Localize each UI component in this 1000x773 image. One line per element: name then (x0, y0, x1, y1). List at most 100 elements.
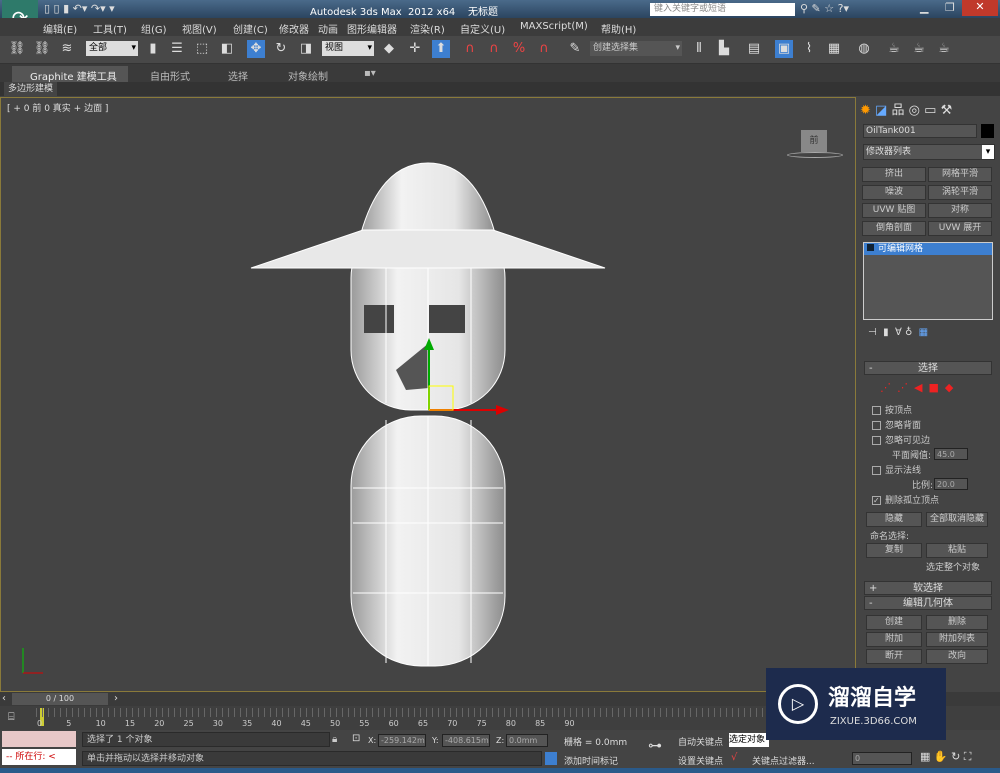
prev-frame-icon[interactable]: ‹ (2, 693, 6, 704)
subobject-icons[interactable]: ⋰⋰◀■◆ (880, 381, 959, 394)
layer-manager-icon[interactable]: ▤ (745, 40, 763, 58)
delete-button[interactable]: 删除 (926, 615, 988, 630)
snaps-toggle-icon[interactable]: ∩ (461, 40, 479, 58)
object-color-swatch[interactable] (981, 124, 994, 138)
copy-button[interactable]: 复制 (866, 543, 922, 558)
menu-create[interactable]: 创建(C) (233, 21, 268, 36)
rollout-edit-geometry[interactable]: - 编辑几何体 (864, 596, 992, 610)
y-coordinate-input[interactable]: -408.615m (442, 734, 490, 747)
key-icon[interactable]: ⊶ (648, 738, 662, 754)
add-time-tag[interactable]: 添加时间标记 (564, 754, 618, 767)
select-move-icon[interactable]: ✥ (247, 40, 265, 58)
modifier-unwrap-uvw-button[interactable]: UVW 展开 (928, 221, 992, 236)
next-frame-icon[interactable]: › (114, 693, 118, 704)
select-rotate-icon[interactable]: ↻ (272, 40, 290, 58)
menu-edit[interactable]: 编辑(E) (43, 21, 77, 36)
menu-views[interactable]: 视图(V) (182, 21, 217, 36)
link-icon[interactable]: ⛓ (8, 40, 26, 58)
graphite-toggle-icon[interactable]: ▣ (775, 40, 793, 58)
align-icon[interactable]: ▙ (715, 40, 733, 58)
absolute-mode-icon[interactable]: ⊡ (352, 733, 360, 744)
scale-input[interactable]: 20.0 (934, 478, 968, 490)
turn-button[interactable]: 改向 (926, 649, 988, 664)
menu-graph-editors[interactable]: 图形编辑器 (347, 21, 397, 36)
menu-help[interactable]: 帮助(H) (601, 21, 636, 36)
attach-button[interactable]: 附加 (866, 632, 922, 647)
ignore-visible-edges-checkbox[interactable]: 忽略可见边 (872, 433, 930, 446)
menu-customize[interactable]: 自定义(U) (460, 21, 505, 36)
set-key-button[interactable]: 设置关键点 (678, 754, 723, 767)
modifier-turbosmooth-button[interactable]: 涡轮平滑 (928, 185, 992, 200)
tab-object-paint[interactable]: 对象绘制 (288, 68, 328, 83)
select-manipulate-icon[interactable]: ✛ (406, 40, 424, 58)
tab-graphite[interactable]: Graphite 建模工具 (30, 68, 117, 83)
rendered-frame-icon[interactable]: ☕ (910, 40, 928, 58)
modifier-list-dropdown[interactable]: 修改器列表 ▾ (863, 144, 995, 160)
reference-coordinate-dropdown[interactable]: 视图 (322, 41, 374, 56)
time-slider-thumb[interactable]: 0 / 100 (12, 693, 108, 705)
pivot-center-icon[interactable]: ◆ (380, 40, 398, 58)
z-coordinate-input[interactable]: 0.0mm (506, 734, 548, 747)
menu-group[interactable]: 组(G) (141, 21, 167, 36)
modifier-noise-button[interactable]: 噪波 (862, 185, 926, 200)
unlink-icon[interactable]: ⛓ (33, 40, 51, 58)
maximize-button[interactable]: ❐ (945, 1, 955, 14)
keyboard-shortcut-override-icon[interactable]: ⬆ (432, 40, 450, 58)
window-crossing-icon[interactable]: ◧ (218, 40, 236, 58)
rollout-selection[interactable]: - 选择 (864, 361, 992, 375)
menu-maxscript[interactable]: MAXScript(M) (520, 21, 588, 32)
infocenter-icons[interactable]: ⚲ ✎ ☆ ?▾ (800, 2, 849, 15)
named-selection-dropdown[interactable]: 创建选择集 (590, 41, 682, 56)
key-mode-dropdown[interactable]: 选定对象 (729, 733, 769, 747)
spinner-snap-icon[interactable]: ∩ (535, 40, 553, 58)
schematic-view-icon[interactable]: ▦ (825, 40, 843, 58)
render-setup-icon[interactable]: ☕ (885, 40, 903, 58)
modifier-extrude-button[interactable]: 挤出 (862, 167, 926, 182)
select-object-icon[interactable]: ▮ (144, 40, 162, 58)
break-button[interactable]: 断开 (866, 649, 922, 664)
minimize-button[interactable]: ▁ (920, 1, 928, 14)
tab-freeform[interactable]: 自由形式 (150, 68, 190, 83)
menu-rendering[interactable]: 渲染(R) (410, 21, 445, 36)
selection-filter-dropdown[interactable]: 全部 (86, 41, 138, 56)
close-button[interactable]: ✕ (962, 0, 998, 16)
x-coordinate-input[interactable]: -259.142m (378, 734, 426, 747)
delete-isolated-checkbox[interactable]: ✓ 删除孤立顶点 (872, 493, 939, 506)
menu-modifiers[interactable]: 修改器 (279, 21, 309, 36)
menu-tools[interactable]: 工具(T) (93, 21, 127, 36)
mirror-icon[interactable]: ⫴ (690, 40, 708, 58)
modifier-symmetry-button[interactable]: 对称 (928, 203, 992, 218)
angle-snap-icon[interactable]: ∩ (485, 40, 503, 58)
rollout-soft-selection[interactable]: + 软选择 (864, 581, 992, 595)
curve-editor-icon[interactable]: ⌇ (800, 40, 818, 58)
modifier-bevel-profile-button[interactable]: 倒角剖面 (862, 221, 926, 236)
mini-curve-editor-icon[interactable]: ⌸ (8, 710, 15, 724)
auto-key-button[interactable]: 自动关键点 (678, 735, 723, 748)
viewport-front[interactable]: [ + 0 前 0 真实 + 边面 ] 前 (0, 97, 856, 692)
current-frame-input[interactable]: 0 (852, 752, 912, 765)
create-button[interactable]: 创建 (866, 615, 922, 630)
by-vertex-checkbox[interactable]: 按顶点 (872, 403, 912, 416)
maxscript-listener[interactable] (2, 731, 76, 747)
paste-button[interactable]: 粘贴 (926, 543, 988, 558)
ignore-backfacing-checkbox[interactable]: 忽略背面 (872, 418, 921, 431)
polygon-modeling-panel[interactable]: 多边形建模 (4, 82, 58, 96)
stack-item-editable-mesh[interactable]: 可编辑网格 (864, 243, 992, 255)
modifier-uvw-map-button[interactable]: UVW 贴图 (862, 203, 926, 218)
menu-animation[interactable]: 动画 (318, 21, 338, 36)
select-scale-icon[interactable]: ◨ (297, 40, 315, 58)
edit-named-selection-icon[interactable]: ✎ (566, 40, 584, 58)
quick-access-toolbar[interactable]: ▯ ▯ ▮ ↶▾ ↷▾ ▾ (44, 2, 115, 15)
planar-threshold-input[interactable]: 45.0 (934, 448, 968, 460)
maxscript-line[interactable]: -- 所在行: < (2, 749, 76, 765)
hide-button[interactable]: 隐藏 (866, 512, 922, 527)
unhide-all-button[interactable]: 全部取消隐藏 (926, 512, 988, 527)
ribbon-options-icon[interactable]: ▪▾ (364, 68, 376, 79)
select-by-name-icon[interactable]: ☰ (168, 40, 186, 58)
material-editor-icon[interactable]: ◍ (855, 40, 873, 58)
search-input[interactable]: 键入关键字或短语 (650, 3, 795, 16)
bind-space-warp-icon[interactable]: ≋ (58, 40, 76, 58)
percent-snap-icon[interactable]: % (510, 40, 528, 58)
command-panel-tabs[interactable]: ✹ ◪ 品 ◎ ▭ ⚒ (860, 99, 1000, 119)
modifier-meshsmooth-button[interactable]: 网格平滑 (928, 167, 992, 182)
